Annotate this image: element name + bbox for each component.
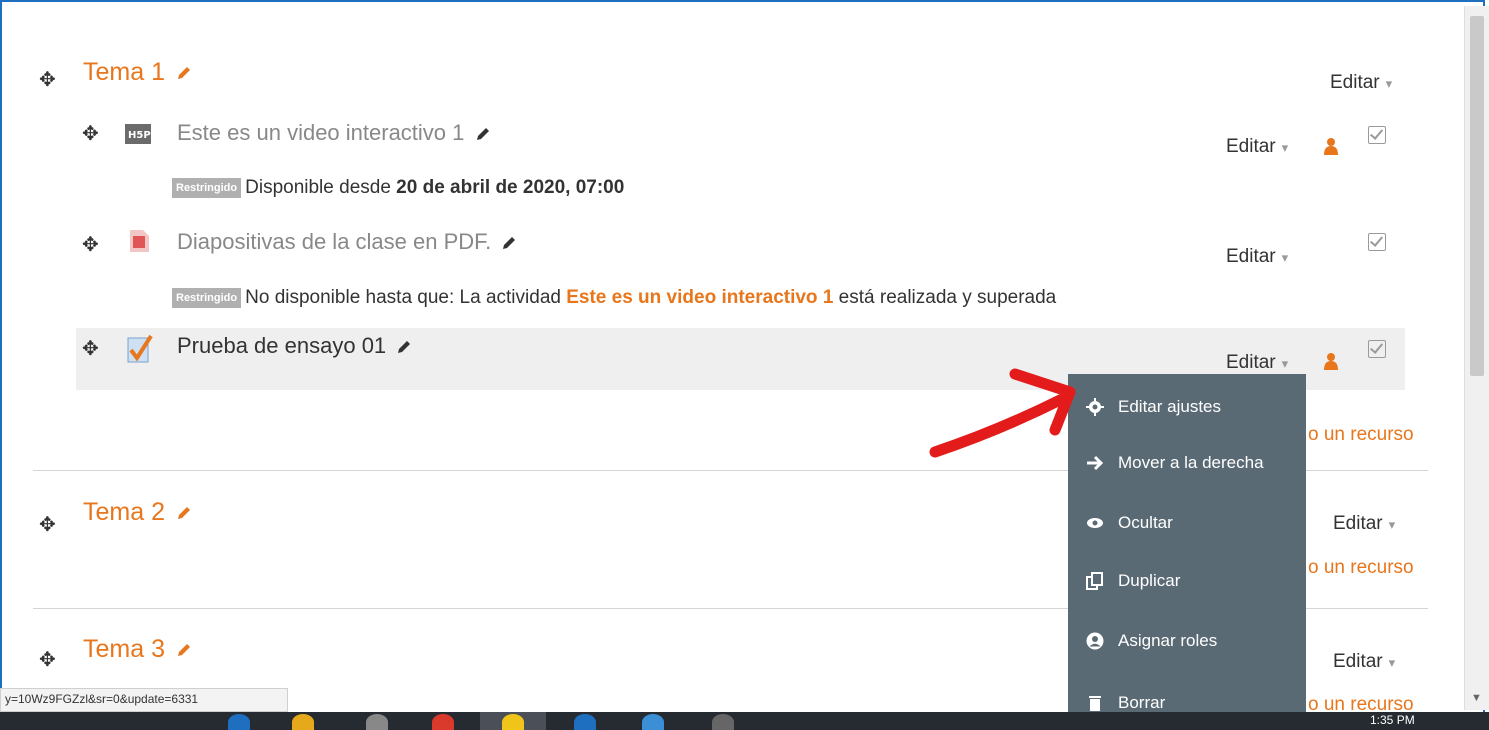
- activity-edit-menu-2[interactable]: Editar ▾: [1226, 246, 1288, 268]
- section-edit-menu-3[interactable]: Editar ▾: [1333, 651, 1395, 673]
- pdf-icon: [130, 230, 149, 252]
- scroll-down-icon[interactable]: ▼: [1471, 692, 1482, 704]
- activity-link-1[interactable]: Este es un video interactivo 1: [177, 120, 491, 146]
- activity-edit-menu-1[interactable]: Editar ▾: [1226, 136, 1288, 158]
- move-activity-icon[interactable]: ✥: [82, 235, 99, 255]
- caret-down-icon: ▾: [1388, 517, 1396, 532]
- assignment-icon: [127, 334, 153, 363]
- app-icon[interactable]: [642, 714, 664, 730]
- restriction-info-1: Restringido Disponible desde 20 de abril …: [172, 177, 624, 199]
- menu-item-move-right[interactable]: Mover a la derecha: [1068, 444, 1306, 484]
- restriction-info-2: Restringido No disponible hasta que: La a…: [172, 287, 1056, 309]
- pencil-icon[interactable]: [176, 642, 192, 658]
- menu-item-assign-roles[interactable]: Asignar roles: [1068, 622, 1306, 662]
- move-section-icon[interactable]: ✥: [39, 515, 56, 535]
- os-taskbar: 1:35 PM: [0, 712, 1489, 730]
- trash-icon: [1089, 696, 1101, 711]
- edge-icon[interactable]: [228, 714, 250, 730]
- taskbar-clock[interactable]: 1:35 PM: [1370, 713, 1415, 727]
- red-annotation-arrow: [929, 368, 1076, 458]
- caret-down-icon: ▾: [1281, 250, 1289, 265]
- move-activity-icon[interactable]: ✥: [82, 339, 99, 359]
- pencil-icon[interactable]: [396, 339, 412, 355]
- completion-checkbox-icon[interactable]: [1368, 340, 1386, 358]
- restricted-badge: Restringido: [172, 177, 242, 198]
- menu-item-hide[interactable]: Ocultar: [1068, 504, 1306, 544]
- pencil-icon[interactable]: [501, 235, 517, 251]
- move-section-icon[interactable]: ✥: [39, 650, 56, 670]
- app-icon[interactable]: [502, 714, 524, 730]
- menu-item-duplicate[interactable]: Duplicar: [1068, 562, 1306, 602]
- pencil-icon[interactable]: [475, 126, 491, 142]
- app-icon[interactable]: [574, 714, 596, 730]
- eye-icon: [1087, 518, 1103, 528]
- section-title-3[interactable]: Tema 3: [83, 635, 192, 664]
- activity-link-3[interactable]: Prueba de ensayo 01: [177, 333, 412, 359]
- person-icon[interactable]: [1324, 352, 1338, 370]
- app-icon[interactable]: [712, 714, 734, 730]
- activity-reference-link[interactable]: Este es un video interactivo 1: [566, 287, 833, 308]
- h5p-icon: H5P: [125, 124, 151, 144]
- duplicate-icon: [1086, 572, 1103, 590]
- section-edit-menu-1[interactable]: Editar ▾: [1330, 72, 1392, 94]
- scrollbar-thumb[interactable]: [1470, 16, 1484, 376]
- person-icon[interactable]: [1324, 137, 1338, 155]
- section-edit-menu-2[interactable]: Editar ▾: [1333, 513, 1395, 535]
- caret-down-icon: ▾: [1281, 140, 1289, 155]
- section-title-1[interactable]: Tema 1: [83, 58, 192, 87]
- vertical-scrollbar[interactable]: ▼: [1464, 6, 1489, 710]
- activity-edit-menu-3[interactable]: Editar ▾: [1226, 352, 1288, 374]
- caret-down-icon: ▾: [1281, 356, 1289, 371]
- menu-item-edit-settings[interactable]: Editar ajustes: [1068, 388, 1306, 428]
- folder-icon[interactable]: [292, 714, 314, 730]
- pencil-icon[interactable]: [176, 65, 192, 81]
- caret-down-icon: ▾: [1385, 76, 1393, 91]
- user-circle-icon: [1086, 632, 1104, 650]
- chrome-icon[interactable]: [432, 714, 454, 730]
- activity-edit-dropdown: Editar ajustes Mover a la derecha Oculta…: [1068, 374, 1306, 714]
- section-title-2[interactable]: Tema 2: [83, 498, 192, 527]
- status-bar-url: y=10Wz9FGZzl&sr=0&update=6331: [0, 688, 288, 712]
- completion-checkbox-icon[interactable]: [1368, 126, 1386, 144]
- pencil-icon[interactable]: [176, 505, 192, 521]
- add-activity-link-2[interactable]: o un recurso: [1308, 557, 1414, 579]
- svg-text:H5P: H5P: [128, 130, 151, 141]
- restricted-badge: Restringido: [172, 287, 242, 308]
- caret-down-icon: ▾: [1388, 655, 1396, 670]
- move-section-icon[interactable]: ✥: [39, 70, 56, 90]
- completion-checkbox-icon[interactable]: [1368, 233, 1386, 251]
- add-activity-link-1[interactable]: o un recurso: [1308, 424, 1414, 446]
- move-activity-icon[interactable]: ✥: [82, 124, 99, 144]
- activity-link-2[interactable]: Diapositivas de la clase en PDF.: [177, 229, 517, 255]
- app-icon[interactable]: [366, 714, 388, 730]
